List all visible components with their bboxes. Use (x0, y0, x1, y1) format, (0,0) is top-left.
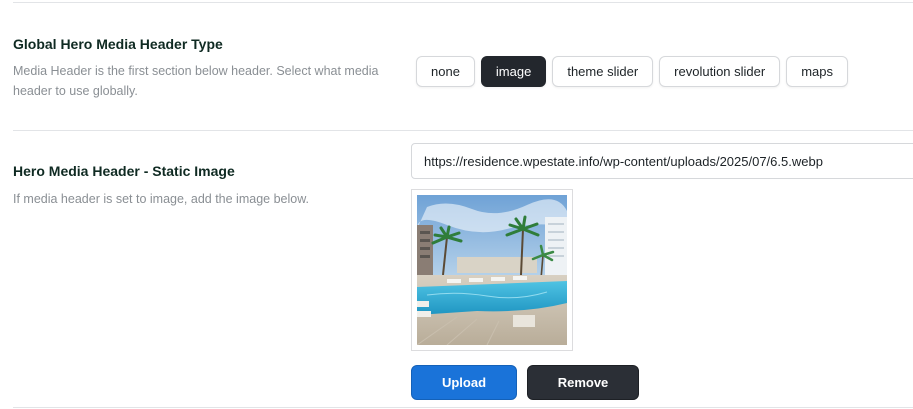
option-none-button[interactable]: none (416, 56, 475, 87)
option-image-button[interactable]: image (480, 56, 547, 87)
upload-button[interactable]: Upload (411, 365, 517, 400)
divider-middle (13, 130, 913, 131)
media-header-type-title: Global Hero Media Header Type (13, 36, 223, 52)
option-theme-slider-button[interactable]: theme slider (552, 56, 654, 87)
image-preview (411, 189, 573, 351)
option-revolution-slider-button[interactable]: revolution slider (659, 56, 781, 87)
divider-top (13, 2, 913, 3)
static-image-description: If media header is set to image, add the… (13, 192, 310, 206)
divider-bottom (13, 407, 913, 408)
image-url-input[interactable] (411, 143, 913, 179)
pool-image-thumbnail (417, 195, 567, 345)
media-header-type-options: none image theme slider revolution slide… (416, 56, 848, 87)
remove-button[interactable]: Remove (527, 365, 639, 400)
option-maps-button[interactable]: maps (786, 56, 848, 87)
static-image-title: Hero Media Header - Static Image (13, 163, 235, 179)
media-header-type-description: Media Header is the first section below … (13, 64, 379, 98)
